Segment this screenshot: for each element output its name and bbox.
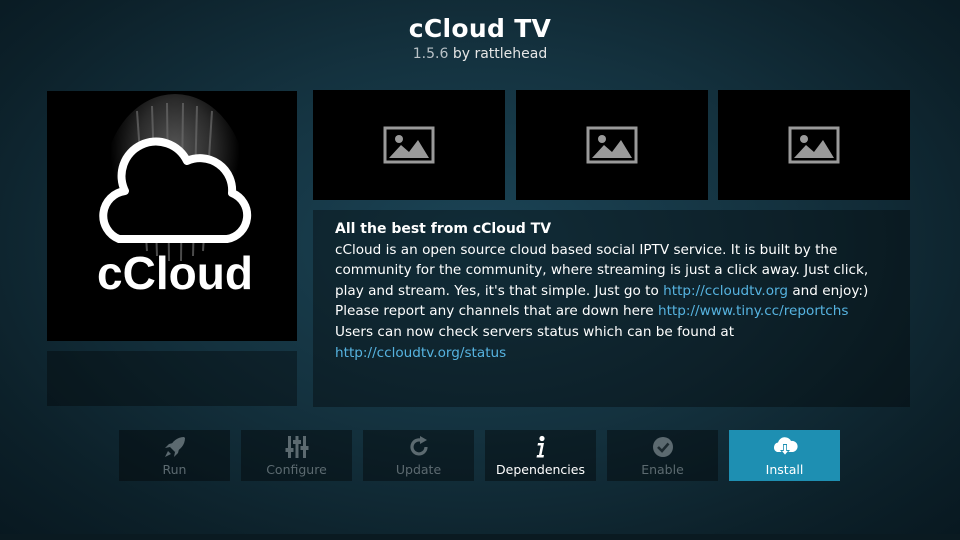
screenshot-3[interactable]	[718, 90, 910, 200]
check-circle-icon	[652, 437, 673, 457]
run-button[interactable]: Run	[119, 430, 230, 481]
addon-version: 1.5.6	[412, 46, 449, 62]
addon-poster: cCloud	[47, 91, 297, 341]
description-line-4: Please report any channels that are down…	[335, 301, 888, 322]
image-placeholder-icon	[788, 126, 840, 164]
enable-label: Enable	[641, 462, 684, 477]
website-link[interactable]: http://ccloudtv.org	[663, 283, 788, 299]
configure-button[interactable]: Configure	[241, 430, 352, 481]
addon-header: cCloud TV 1.5.6 by rattlehead	[0, 14, 960, 62]
description-line-5: Users can now check servers status which…	[335, 323, 735, 340]
description-text: Please report any channels that are down…	[335, 303, 658, 320]
addon-title: cCloud TV	[408, 14, 552, 43]
poster-logo-text: cCloud	[97, 247, 253, 299]
description-line-3: play and stream. Yes, it's that simple. …	[335, 281, 888, 302]
description-line-2: community for the community, where strea…	[335, 262, 869, 279]
rocket-icon	[164, 437, 185, 457]
dependencies-label: Dependencies	[496, 462, 585, 477]
sliders-icon	[285, 436, 308, 458]
description-line-1: cCloud is an open source cloud based soc…	[335, 241, 838, 258]
dependencies-button[interactable]: Dependencies	[485, 430, 596, 481]
update-label: Update	[395, 462, 442, 477]
run-label: Run	[162, 462, 187, 477]
configure-label: Configure	[266, 462, 327, 477]
install-label: Install	[765, 462, 804, 477]
poster-caption-panel	[47, 351, 297, 406]
report-link[interactable]: http://www.tiny.cc/reportchs	[658, 303, 848, 319]
status-link[interactable]: http://ccloudtv.org/status	[335, 345, 506, 361]
description-line-6: http://ccloudtv.org/status	[335, 343, 888, 364]
cloud-download-icon	[773, 437, 798, 456]
refresh-icon	[409, 436, 428, 456]
addon-author: by rattlehead	[452, 46, 548, 62]
install-button[interactable]: Install	[729, 430, 840, 481]
addon-description: All the best from cCloud TV cCloud is an…	[313, 210, 910, 407]
poster-art: cCloud	[97, 94, 253, 299]
bottom-edge	[0, 534, 960, 540]
update-button[interactable]: Update	[363, 430, 474, 481]
enable-button[interactable]: Enable	[607, 430, 718, 481]
info-icon	[536, 435, 545, 458]
image-placeholder-icon	[586, 126, 638, 164]
description-text: and enjoy:)	[788, 282, 869, 299]
addon-subtitle: 1.5.6 by rattlehead	[0, 46, 960, 62]
description-title: All the best from cCloud TV	[335, 221, 552, 237]
description-text: play and stream. Yes, it's that simple. …	[335, 282, 664, 299]
image-placeholder-icon	[383, 126, 435, 164]
screenshot-2[interactable]	[516, 90, 708, 200]
screenshot-1[interactable]	[313, 90, 505, 200]
